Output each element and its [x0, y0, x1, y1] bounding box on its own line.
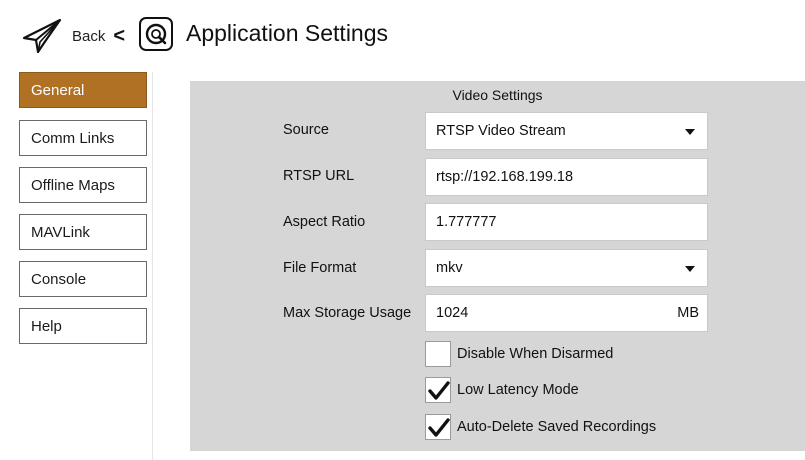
section-title: Video Settings — [452, 87, 543, 103]
file-format-label: File Format — [283, 260, 357, 276]
source-label: Source — [283, 122, 329, 138]
back-button[interactable]: Back < — [22, 14, 125, 58]
checkbox-box[interactable] — [425, 377, 451, 403]
sidebar-item-label: MAVLink — [31, 223, 90, 241]
rtsp-url-label: RTSP URL — [283, 168, 355, 184]
aspect-ratio-value: 1.777777 — [436, 214, 497, 230]
aspect-ratio-input[interactable]: 1.777777 — [425, 203, 708, 241]
sidebar-item-offline-maps[interactable]: Offline Maps — [19, 167, 147, 203]
sidebar-item-label: General — [31, 81, 85, 99]
check-label: Low Latency Mode — [457, 382, 579, 398]
rtsp-url-input[interactable]: rtsp://192.168.199.18 — [425, 158, 708, 196]
sidebar-item-general[interactable]: General — [19, 72, 147, 108]
low-latency-mode-checkbox[interactable]: Low Latency Mode — [425, 375, 579, 405]
sidebar-item-help[interactable]: Help — [19, 308, 147, 344]
header: Back < Application Settings — [0, 0, 805, 70]
file-format-select[interactable]: mkv — [425, 249, 708, 287]
aspect-ratio-label: Aspect Ratio — [283, 214, 366, 230]
checkbox-box[interactable] — [425, 414, 451, 440]
video-settings-panel: Video Settings Source RTSP Video Stream … — [190, 81, 805, 451]
sidebar-divider — [152, 72, 153, 460]
qgc-logo-icon[interactable] — [139, 17, 173, 51]
sidebar-item-label: Help — [31, 317, 62, 335]
disable-when-disarmed-checkbox[interactable]: Disable When Disarmed — [425, 339, 613, 369]
max-storage-input[interactable]: 1024 MB — [425, 294, 708, 332]
source-value: RTSP Video Stream — [436, 123, 566, 139]
checkmark-icon — [428, 418, 450, 437]
back-label: Back — [72, 27, 106, 45]
max-storage-label: Max Storage Usage — [283, 305, 412, 321]
max-storage-unit: MB — [677, 305, 699, 321]
sidebar-item-mavlink[interactable]: MAVLink — [19, 214, 147, 250]
source-select[interactable]: RTSP Video Stream — [425, 112, 708, 150]
checkbox-box[interactable] — [425, 341, 451, 367]
paper-plane-icon — [22, 18, 62, 54]
file-format-value: mkv — [436, 260, 463, 276]
sidebar-item-label: Console — [31, 270, 87, 288]
sidebar-item-label: Offline Maps — [31, 176, 115, 194]
check-label: Auto-Delete Saved Recordings — [457, 419, 657, 435]
auto-delete-recordings-checkbox[interactable]: Auto-Delete Saved Recordings — [425, 412, 656, 442]
back-chevron: < — [113, 24, 126, 47]
chevron-down-icon — [685, 266, 695, 272]
sidebar-item-label: Comm Links — [31, 129, 115, 147]
page-title: Application Settings — [186, 20, 389, 46]
max-storage-value: 1024 — [436, 305, 469, 321]
checkmark-icon — [428, 381, 450, 400]
check-label: Disable When Disarmed — [457, 346, 614, 362]
sidebar-item-console[interactable]: Console — [19, 261, 147, 297]
sidebar-item-comm-links[interactable]: Comm Links — [19, 120, 147, 156]
chevron-down-icon — [685, 129, 695, 135]
rtsp-url-value: rtsp://192.168.199.18 — [436, 169, 574, 185]
